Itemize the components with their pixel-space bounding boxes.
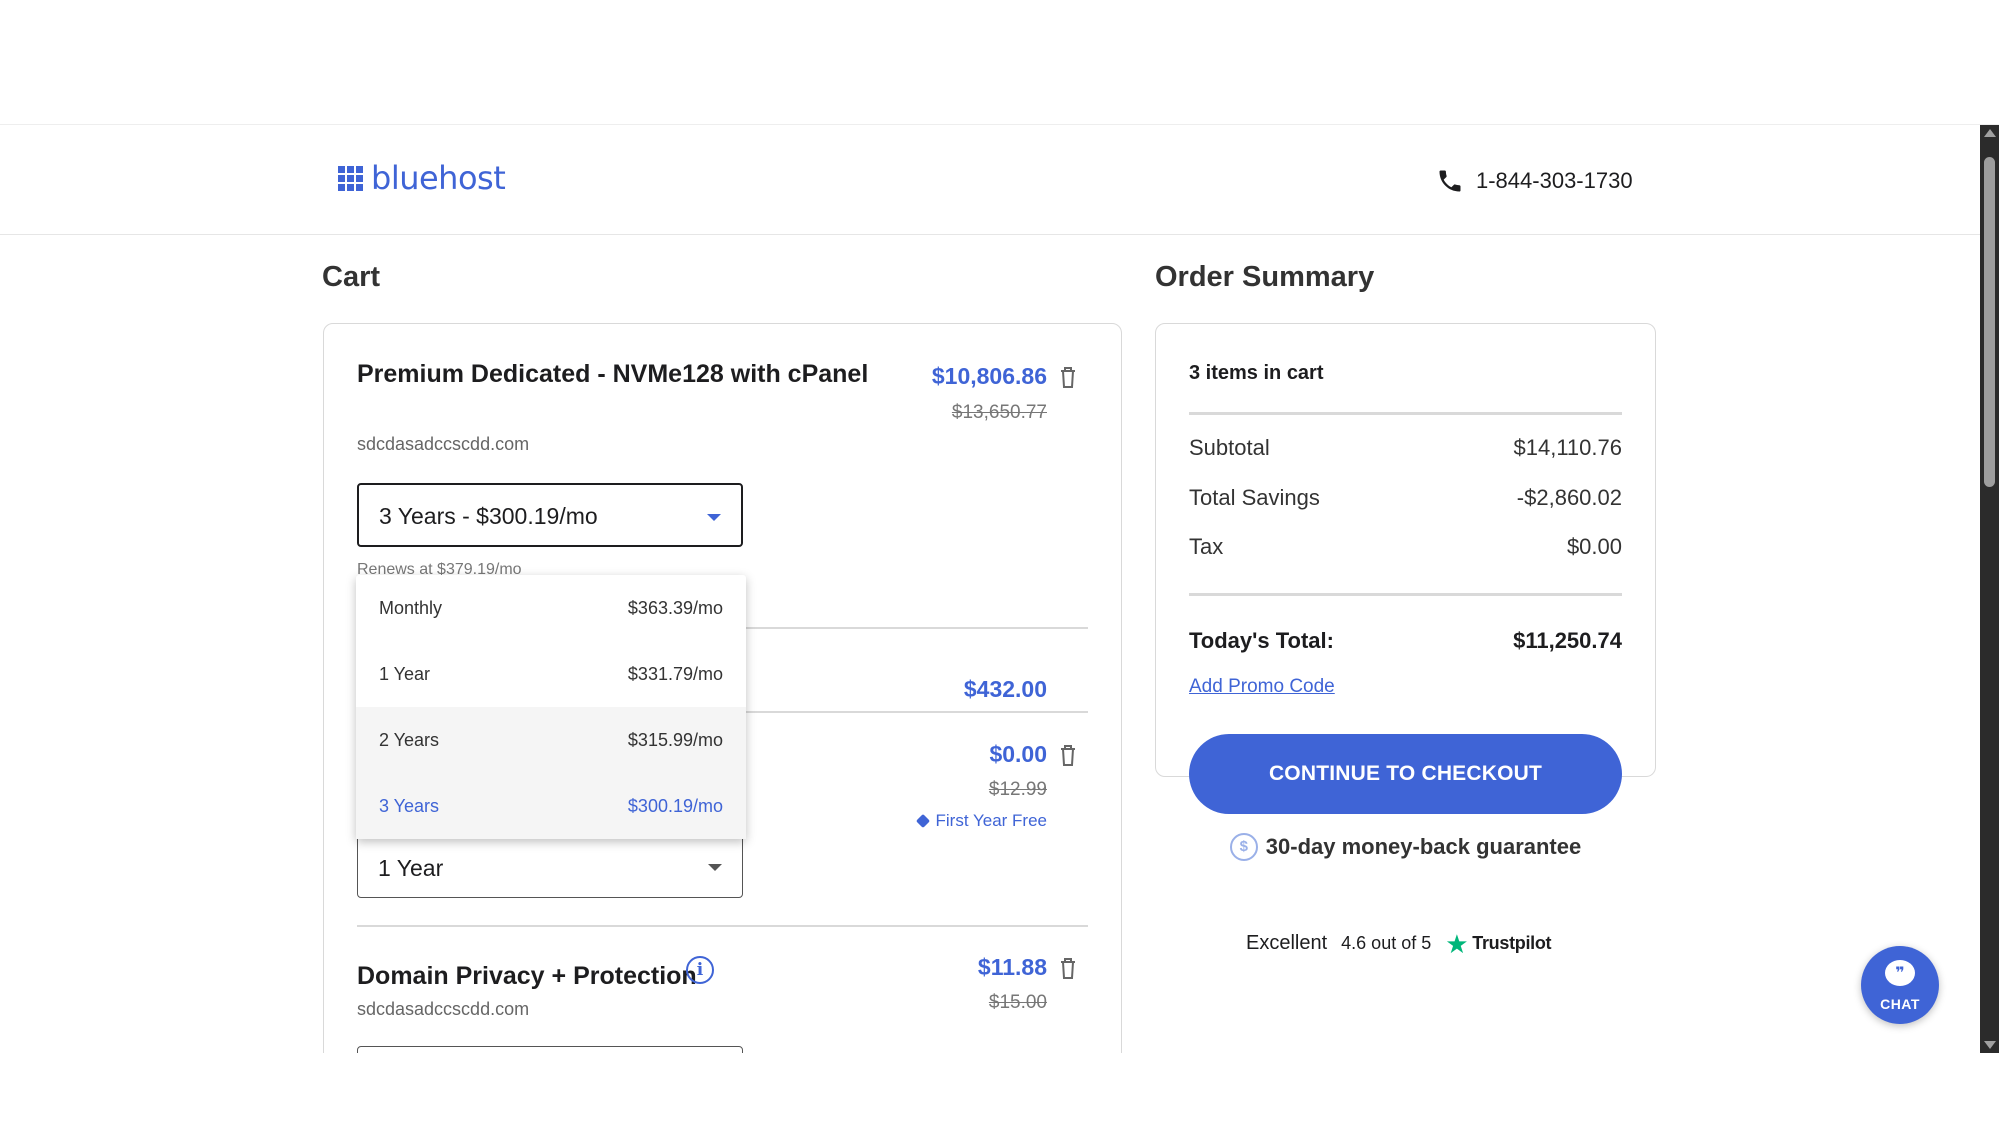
- logo-grid-icon: [338, 165, 363, 191]
- term-option-2-years[interactable]: 2 Years $315.99/mo: [356, 707, 746, 773]
- continue-to-checkout-button[interactable]: CONTINUE TO CHECKOUT: [1189, 734, 1622, 814]
- top-blank-area: [0, 0, 1999, 125]
- item-price: $10,806.86: [931, 363, 1047, 389]
- total-value: $11,250.74: [1513, 628, 1622, 653]
- item-price: $432.00: [963, 676, 1047, 702]
- divider: [1189, 593, 1622, 596]
- main-content: Cart Order Summary Premium Dedicated - N…: [0, 235, 1980, 1053]
- add-promo-code-link[interactable]: Add Promo Code: [1189, 676, 1335, 698]
- term-option-price: $363.39/mo: [627, 597, 723, 618]
- trustpilot-score: 4.6 out of 5: [1341, 933, 1432, 953]
- term-option-3-years[interactable]: 3 Years $300.19/mo: [356, 773, 746, 839]
- savings-label: Total Savings: [1189, 485, 1320, 510]
- item-title: Domain Privacy + Protection: [357, 962, 697, 990]
- item-old-price: $13,650.77: [951, 402, 1047, 423]
- bluehost-logo[interactable]: bluehost: [338, 159, 506, 197]
- chevron-down-icon: [707, 514, 721, 521]
- tax-value: $0.00: [1566, 534, 1622, 559]
- bottom-blank-area: [0, 1053, 1999, 1125]
- term-option-monthly[interactable]: Monthly $363.39/mo: [356, 575, 746, 641]
- scroll-up-icon[interactable]: [1984, 129, 1996, 137]
- term-option-1-year[interactable]: 1 Year $331.79/mo: [356, 641, 746, 707]
- item-price: $0.00: [989, 741, 1047, 767]
- subtotal-value: $14,110.76: [1513, 435, 1622, 460]
- total-row: Today's Total: $11,250.74: [1189, 628, 1622, 654]
- term-select[interactable]: 3 Years - $300.19/mo: [357, 483, 743, 547]
- divider: [357, 925, 1088, 927]
- scrollbar-thumb[interactable]: [1984, 157, 1995, 487]
- order-summary-panel: 3 items in cart Subtotal $14,110.76 Tota…: [1155, 323, 1656, 861]
- trash-icon[interactable]: [1058, 365, 1078, 389]
- savings-row: Total Savings -$2,860.02: [1189, 485, 1622, 511]
- tax-label: Tax: [1189, 534, 1224, 559]
- term-select[interactable]: 1 Year: [357, 834, 743, 898]
- term-option-label: 2 Years: [379, 729, 440, 750]
- divider: [1189, 412, 1622, 415]
- dollar-coin-icon: $: [1229, 833, 1258, 861]
- site-header: bluehost 1-844-303-1730: [0, 125, 1980, 235]
- scrollbar[interactable]: [1980, 125, 1999, 1053]
- term-option-label: 3 Years: [379, 795, 440, 816]
- total-label: Today's Total:: [1189, 628, 1334, 653]
- term-option-label: 1 Year: [379, 663, 431, 684]
- chat-label: CHAT: [1880, 996, 1920, 1012]
- tag-icon: [915, 813, 930, 829]
- item-domain: sdcdasadccscdd.com: [357, 999, 530, 1019]
- term-select[interactable]: [357, 1046, 743, 1053]
- promo-tag-label: First Year Free: [935, 811, 1048, 830]
- term-option-label: Monthly: [379, 597, 443, 618]
- item-price: $11.88: [977, 954, 1047, 980]
- chat-button[interactable]: ❞ CHAT: [1861, 946, 1939, 1024]
- trash-icon[interactable]: [1058, 743, 1078, 767]
- chevron-down-icon: [708, 864, 722, 871]
- term-option-price: $315.99/mo: [627, 729, 723, 750]
- guarantee-text: 30-day money-back guarantee: [1265, 834, 1582, 859]
- chat-bubble-icon: ❞: [1885, 960, 1915, 986]
- term-option-price: $331.79/mo: [627, 663, 723, 684]
- term-select-value: 1 Year: [378, 855, 444, 881]
- trustpilot-brand-label: Trustpilot: [1472, 933, 1552, 953]
- trustpilot-star-icon: ★: [1445, 928, 1469, 959]
- item-old-price: $12.99: [988, 779, 1047, 800]
- phone-link[interactable]: 1-844-303-1730: [1436, 167, 1633, 195]
- order-summary-heading: Order Summary: [1155, 261, 1375, 293]
- subtotal-label: Subtotal: [1189, 435, 1270, 460]
- info-icon[interactable]: i: [686, 956, 714, 984]
- money-back-guarantee: $ 30-day money-back guarantee: [1156, 833, 1655, 861]
- items-count: 3 items in cart: [1189, 362, 1324, 384]
- trustpilot-brand: ★ Trustpilot: [1445, 928, 1552, 959]
- tax-row: Tax $0.00: [1189, 534, 1622, 560]
- term-option-price: $300.19/mo: [627, 795, 723, 816]
- item-domain: sdcdasadccscdd.com: [357, 434, 530, 454]
- trustpilot-widget[interactable]: Excellent 4.6 out of 5 ★ Trustpilot: [1246, 928, 1552, 959]
- term-dropdown-menu: Monthly $363.39/mo 1 Year $331.79/mo 2 Y…: [356, 575, 746, 839]
- subtotal-row: Subtotal $14,110.76: [1189, 435, 1622, 461]
- phone-number: 1-844-303-1730: [1476, 168, 1633, 193]
- cart-heading: Cart: [322, 261, 381, 293]
- logo-text: bluehost: [371, 159, 506, 197]
- trash-icon[interactable]: [1058, 956, 1078, 980]
- promo-tag: First Year Free: [915, 811, 1048, 831]
- item-title: Premium Dedicated - NVMe128 with cPanel: [357, 360, 869, 388]
- item-old-price: $15.00: [988, 992, 1047, 1013]
- term-select-value: 3 Years - $300.19/mo: [379, 503, 598, 529]
- phone-icon: [1439, 170, 1461, 192]
- trustpilot-rating-word: Excellent: [1246, 932, 1328, 954]
- scroll-down-icon[interactable]: [1984, 1041, 1996, 1049]
- savings-value: -$2,860.02: [1516, 485, 1622, 510]
